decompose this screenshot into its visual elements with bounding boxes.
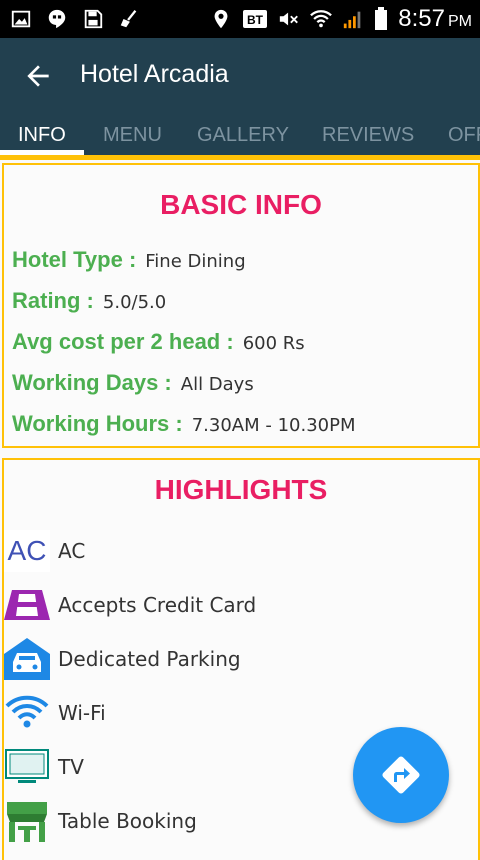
clock-time: 8:57	[398, 5, 445, 32]
location-icon	[214, 9, 228, 29]
page-title: Hotel Arcadia	[80, 60, 229, 88]
info-label: Avg cost per 2 head :	[12, 329, 234, 354]
notification-icons	[10, 8, 140, 30]
wifi-icon	[4, 692, 50, 734]
info-row-hotel-type: Hotel Type : Fine Dining	[12, 247, 246, 273]
highlight-item-table-booking: Table Booking	[4, 800, 197, 842]
broom-icon	[120, 10, 137, 28]
info-label: Rating :	[12, 288, 94, 313]
battery-icon	[375, 7, 388, 30]
clock: 8:57 PM	[398, 5, 472, 33]
highlight-label: Dedicated Parking	[58, 647, 241, 671]
car-icon	[4, 638, 50, 680]
info-value: 600 Rs	[242, 333, 305, 354]
info-label: Hotel Type :	[12, 247, 137, 272]
image-icon	[11, 10, 31, 28]
info-value: Fine Dining	[145, 251, 246, 272]
ac-icon: AC	[4, 530, 50, 572]
signal-icon	[344, 11, 361, 29]
info-row-working-days: Working Days : All Days	[12, 370, 254, 396]
hangouts-icon	[48, 9, 66, 29]
info-row-rating: Rating : 5.0/5.0	[12, 288, 166, 314]
info-value: 5.0/5.0	[102, 292, 167, 313]
info-row-working-hours: Working Hours : 7.30AM - 10.30PM	[12, 411, 356, 437]
ac-icon-text: AC	[8, 535, 47, 566]
app-bar: Hotel Arcadia	[0, 38, 480, 114]
highlight-item-wifi: Wi-Fi	[4, 692, 106, 734]
mute-icon	[280, 12, 299, 26]
tab-info[interactable]: INFO	[18, 124, 66, 147]
directions-fab[interactable]	[353, 727, 449, 823]
accent-divider	[0, 155, 480, 160]
tab-offers[interactable]: OFF	[448, 124, 480, 147]
credit-card-icon	[4, 584, 50, 626]
basic-info-heading: BASIC INFO	[160, 189, 322, 220]
highlight-label: TV	[58, 755, 84, 779]
status-bar: BT 8:57 PM	[0, 0, 480, 38]
tab-gallery[interactable]: GALLERY	[197, 124, 289, 147]
info-label: Working Hours :	[12, 411, 183, 436]
network-badge-icon: BT	[243, 10, 268, 28]
save-icon	[84, 9, 103, 29]
tab-reviews[interactable]: REVIEWS	[322, 124, 414, 147]
network-label: BT	[247, 13, 264, 27]
highlight-label: Wi-Fi	[58, 701, 106, 725]
info-value: 7.30AM - 10.30PM	[191, 415, 356, 436]
highlight-label: Table Booking	[58, 809, 197, 833]
highlight-item-parking: Dedicated Parking	[4, 638, 241, 680]
info-row-avg-cost: Avg cost per 2 head : 600 Rs	[12, 329, 305, 355]
back-arrow-icon[interactable]	[22, 60, 54, 92]
info-value: All Days	[180, 374, 254, 395]
clock-ampm: PM	[448, 13, 472, 30]
store-icon	[4, 800, 50, 842]
tab-menu[interactable]: MENU	[103, 124, 162, 147]
highlight-item-credit-card: Accepts Credit Card	[4, 584, 256, 626]
info-label: Working Days :	[12, 370, 172, 395]
highlight-item-tv: TV	[4, 746, 84, 788]
highlight-item-ac: AC AC	[4, 530, 85, 572]
tv-icon	[4, 746, 50, 788]
highlights-heading: HIGHLIGHTS	[154, 474, 328, 505]
highlight-label: Accepts Credit Card	[58, 593, 257, 617]
directions-icon	[382, 756, 420, 794]
highlight-label: AC	[58, 539, 86, 563]
wifi-status-icon	[310, 10, 333, 28]
system-icons: BT 8:57 PM	[210, 5, 472, 33]
basic-info-card: BASIC INFO Hotel Type : Fine Dining Rati…	[2, 163, 480, 448]
